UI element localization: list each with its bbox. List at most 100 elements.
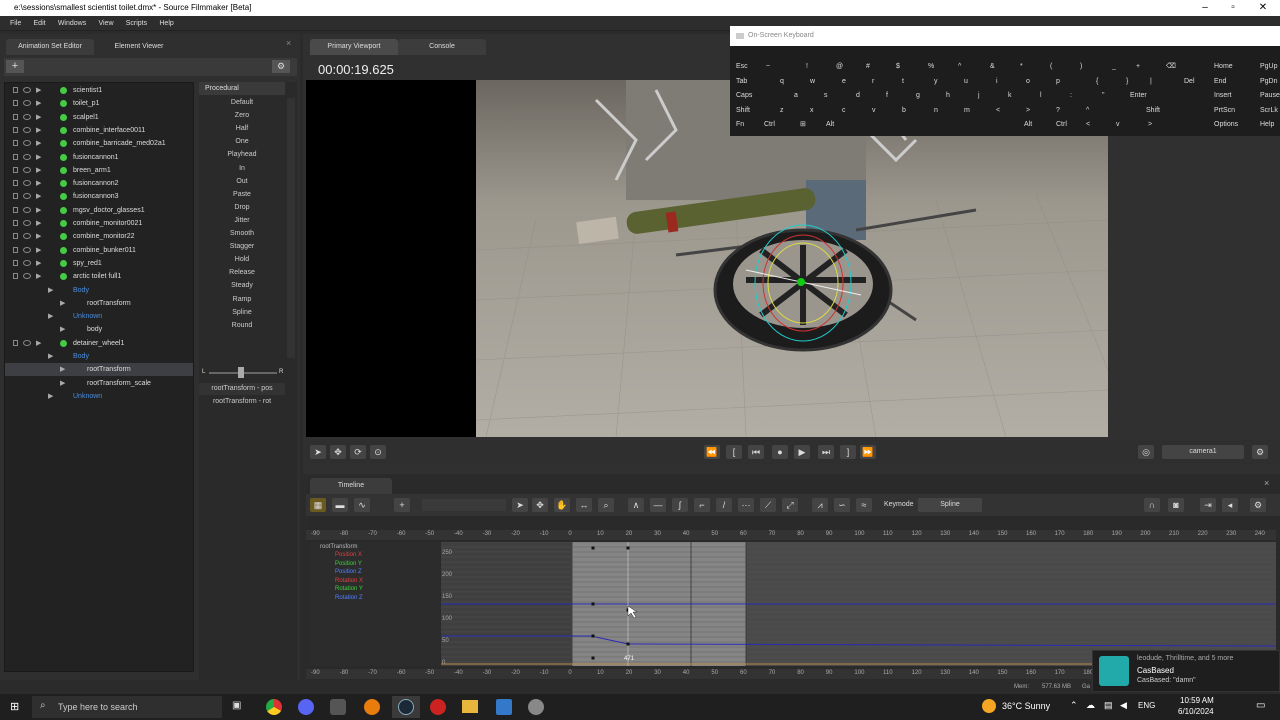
procedural-preset-button[interactable]: Hold [199,254,285,266]
tree-item[interactable]: ▶ Unknown [5,310,193,323]
tree-item[interactable]: ▶ toilet_p1 [5,97,193,110]
osk-key[interactable]: ( [1050,60,1052,73]
menu-edit[interactable]: Edit [34,16,46,31]
osk-key[interactable]: z [780,104,784,117]
timeline-ruler-top[interactable]: -90 -80 -70 -60 -50 -40 -30 -20 -10 0 10 20 30 40 50 60… [306,530,1276,540]
osk-key[interactable]: $ [896,60,900,73]
osk-key[interactable]: : [1070,89,1072,102]
osk-key[interactable]: @ [836,60,843,73]
expand-triangle-icon[interactable]: ▶ [36,111,41,124]
keyframe[interactable] [591,546,595,550]
osk-key[interactable]: o [1026,75,1030,88]
expand-triangle-icon[interactable]: ▶ [36,97,41,110]
lock-icon[interactable] [13,87,18,93]
windows-start-icon[interactable]: ⊞ [10,701,22,713]
osk-key[interactable]: ⌫ [1166,60,1176,73]
curve-a-icon[interactable]: ⩘ [812,498,828,512]
osk-key[interactable]: _ [1112,60,1116,73]
network-icon[interactable]: ▤ [1104,700,1113,711]
app-icon[interactable] [528,699,544,715]
tree-item[interactable]: ▶ mgsv_doctor_glasses1 [5,204,193,217]
expand-triangle-icon[interactable]: ▶ [36,244,41,257]
keyframe[interactable] [626,642,630,646]
add-icon[interactable]: + [6,60,24,73]
osk-key[interactable]: Help [1260,118,1274,131]
osk-key[interactable]: PgDn [1260,75,1278,88]
visibility-eye-icon[interactable] [23,153,31,160]
keymode-select[interactable]: Spline [918,498,982,512]
osk-key[interactable]: ! [806,60,808,73]
visibility-eye-icon[interactable] [23,140,31,147]
viewport-settings-icon[interactable]: ⚙ [1252,445,1268,459]
lock-icon[interactable] [13,100,18,107]
next-key-icon[interactable]: ] [840,445,856,459]
menu-scripts[interactable]: Scripts [126,16,147,31]
lock-icon[interactable] [13,339,18,346]
clock-date[interactable]: 6/10/2024 [1178,707,1214,716]
expand-triangle-icon[interactable]: ▶ [36,257,41,270]
expand-triangle-icon[interactable]: ▶ [36,177,41,190]
lock-icon[interactable] [13,140,18,147]
tree-item[interactable]: ▶ combine_bunker011 [5,244,193,257]
tray-chevron-icon[interactable]: ⌃ [1070,700,1078,711]
osk-key[interactable]: e [842,75,846,88]
tree-item[interactable]: ▶ scalpel1 [5,111,193,124]
procedural-preset-button[interactable]: Steady [199,280,285,292]
visibility-eye-icon[interactable] [23,166,31,173]
channel-item[interactable]: Rotation Z [335,595,363,601]
visibility-eye-icon[interactable] [23,206,31,213]
expand-triangle-icon[interactable]: ▶ [60,297,65,310]
channel-root[interactable]: rootTransform [320,544,357,550]
osk-key[interactable]: i [996,75,998,88]
osk-key[interactable]: Tab [736,75,747,88]
record-app-icon[interactable] [430,699,446,715]
language[interactable]: ENG [1138,701,1155,710]
expand-triangle-icon[interactable]: ▶ [60,377,65,390]
osk-key[interactable]: b [902,104,906,117]
scale-keys-icon[interactable]: ↔ [576,498,592,512]
channel-item[interactable]: Position Y [335,561,362,567]
lock-icon[interactable] [13,233,18,240]
tree-item[interactable]: ▶ arctic toilet full1 [5,270,193,283]
tree-item[interactable]: ▶ rootTransform_scale [5,377,193,390]
keyframe[interactable] [591,634,595,638]
file-explorer-icon[interactable] [462,700,478,713]
channel-item[interactable]: Rotation Y [335,586,363,592]
motion-editor-icon[interactable]: ∿ [354,498,370,512]
tree-item[interactable]: ▶ breen_arm1 [5,164,193,177]
notifications-icon[interactable]: ▭ [1256,700,1265,711]
lock-icon[interactable] [13,153,18,160]
osk-key[interactable]: PrtScn [1214,104,1235,117]
keyframe[interactable] [591,602,595,606]
tree-item[interactable]: ▶ Unknown [5,390,193,403]
tree-item[interactable]: ▶ body [5,323,193,336]
volume-icon[interactable]: ◀ [1120,700,1127,711]
tangent-linear-icon[interactable]: / [716,498,732,512]
lock-icon[interactable] [13,259,18,266]
osk-key[interactable]: ⊞ [800,118,806,131]
visibility-eye-icon[interactable] [23,126,31,133]
procedural-preset-button[interactable]: Release [199,267,285,279]
channel-item[interactable]: Position X [335,552,362,558]
osk-key[interactable]: | [1150,75,1152,88]
tangent-break-icon[interactable]: ⋯ [738,498,754,512]
lock-icon[interactable] [13,113,18,120]
curve-c-icon[interactable]: ≈ [856,498,872,512]
rotate-tool-icon[interactable]: ⟳ [350,445,366,459]
osk-key[interactable]: Fn [736,118,744,131]
osk-key[interactable]: < [1086,118,1090,131]
tree-item[interactable]: ▶ detainer_wheel1 [5,337,193,350]
expand-triangle-icon[interactable]: ▶ [36,84,41,97]
osk-key[interactable]: w [810,75,815,88]
procedural-preset-button[interactable]: In [199,163,285,175]
procedural-preset-button[interactable]: Drop [199,202,285,214]
lock-icon[interactable] [13,206,18,213]
osk-key[interactable]: p [1056,75,1060,88]
osk-key[interactable]: a [794,89,798,102]
expand-triangle-icon[interactable]: ▶ [60,363,65,376]
expand-triangle-icon[interactable]: ▶ [36,337,41,350]
osk-key[interactable]: > [1026,104,1030,117]
expand-triangle-icon[interactable]: ▶ [60,323,65,336]
channel-item[interactable]: Position Z [335,569,362,575]
tangent-auto-icon[interactable]: ∧ [628,498,644,512]
